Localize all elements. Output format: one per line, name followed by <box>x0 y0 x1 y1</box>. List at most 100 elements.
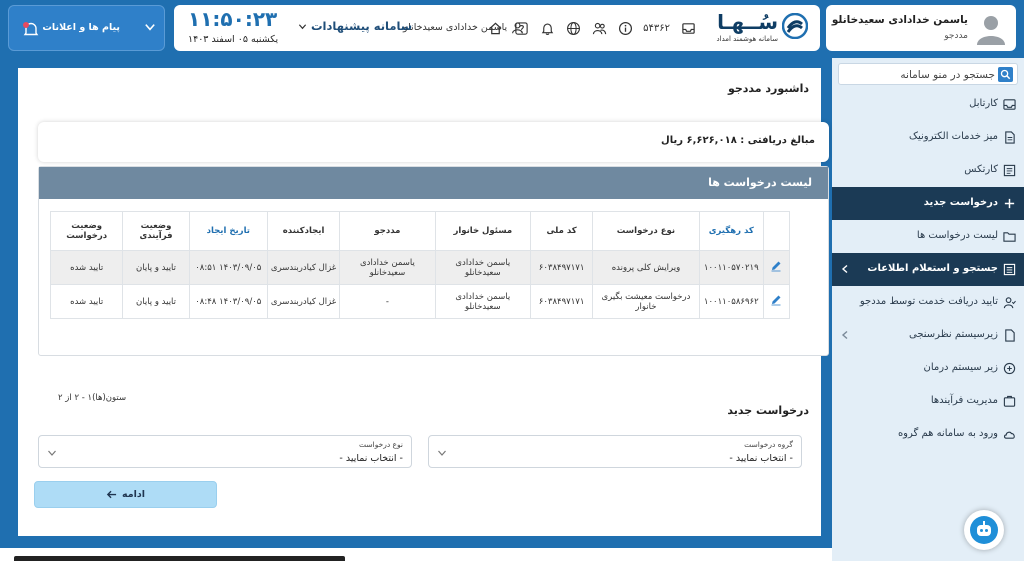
sidebar-menu: کارتابل میز خدمات الکترونیک کارتکس درخوا… <box>832 88 1024 451</box>
sidebar-item-label: زیر سیستم درمان <box>923 362 998 373</box>
column-header-edit <box>762 211 791 251</box>
cell-client: - <box>339 284 436 319</box>
file-icon <box>1005 329 1015 342</box>
column-header-tracking-code[interactable]: کد رهگیری <box>698 211 764 251</box>
chevron-left-icon <box>841 264 848 274</box>
header-card: سُــهـا سامانه هوشمند امداد ۵۴۳۶۲ یاسمن … <box>174 5 820 51</box>
column-header-creator: ایجادکننده <box>266 211 341 251</box>
column-header-head-of-household: مسئول خانوار <box>434 211 531 251</box>
chevron-down-icon <box>298 23 307 29</box>
cell-national-code: ۶۰۳۸۴۹۷۱۷۱ <box>529 284 594 319</box>
sidebar-item-label: کارتابل <box>969 98 998 109</box>
header-user[interactable]: یاسمن خدادادی سعیدخانلو <box>403 21 524 34</box>
inbox-icon[interactable] <box>680 20 696 36</box>
request-group-label: گروه درخواست <box>744 440 793 449</box>
sidebar-item-group-login[interactable]: ورود به سامانه هم گروه <box>832 418 1024 451</box>
column-header-request-status: وضعیت درخواست <box>49 211 124 251</box>
cell-tracking-code: ۱۰۰۱۱۰۵۸۶۹۶۲ <box>698 284 764 319</box>
sidebar-item-search-inquiry[interactable]: جستجو و استعلام اطلاعات <box>832 253 1024 286</box>
cell-head-of-household: یاسمن خدادادی سعیدخانلو <box>434 284 531 319</box>
request-list-title: لیست درخواست ها <box>708 176 812 189</box>
chatbot-icon <box>970 516 998 544</box>
request-type-label: نوع درخواست <box>358 440 403 449</box>
cardex-icon <box>1003 164 1016 177</box>
search-icon <box>998 67 1013 82</box>
column-header-national-code: کد ملی <box>529 211 594 251</box>
pencil-icon[interactable] <box>770 260 782 272</box>
amount-text: مبالغ دریافتی : ۶,۶۲۶,۰۱۸ ریال <box>661 135 815 146</box>
notifications-button[interactable]: پیام ها و اعلانات <box>8 5 165 51</box>
clock: ۱۱:۵۰:۲۳ <box>188 7 278 31</box>
arrow-left-icon <box>106 490 117 499</box>
column-header-created-date[interactable]: تاریخ ایجاد <box>188 211 268 251</box>
request-group-value: - انتخاب نمایید - <box>729 453 793 464</box>
sidebar-item-label: لیست درخواست ها <box>916 230 998 241</box>
process-icon <box>1003 395 1016 407</box>
system-select[interactable]: سامانه پیشنهادات <box>298 19 412 33</box>
users-icon[interactable] <box>591 20 607 36</box>
menu-search[interactable] <box>838 63 1018 85</box>
bell-icon[interactable] <box>539 20 555 36</box>
globe-icon[interactable] <box>565 20 581 36</box>
table-header-row: کد رهگیری نوع درخواست کد ملی مسئول خانوا… <box>49 211 791 251</box>
chevron-left-icon <box>841 330 848 340</box>
cloud-icon <box>1003 431 1015 439</box>
user-icon <box>512 22 524 34</box>
header-user-name: یاسمن خدادادی سعیدخانلو <box>403 22 508 33</box>
inbox-icon <box>1003 99 1016 110</box>
column-header-request-type: نوع درخواست <box>592 211 700 251</box>
chevron-down-icon <box>438 450 446 456</box>
sidebar-item-service-confirm[interactable]: تایید دریافت خدمت توسط مددجو <box>832 286 1024 319</box>
sidebar-item-label: کارتکس <box>964 164 998 175</box>
cell-national-code: ۶۰۳۸۴۹۷۱۷۱ <box>529 250 594 285</box>
bottom-bar <box>14 556 345 561</box>
cell-request-type: ویرایش کلی پرونده <box>592 250 700 285</box>
avatar <box>974 11 1008 45</box>
continue-button[interactable]: ادامه <box>34 481 217 508</box>
profile-card[interactable]: یاسمن خدادادی سعیدخانلو مددجو <box>826 5 1016 51</box>
amount-summary: مبالغ دریافتی : ۶,۶۲۶,۰۱۸ ریال <box>38 122 829 162</box>
chevron-down-icon <box>48 450 56 456</box>
info-icon[interactable] <box>617 20 633 36</box>
sidebar-item-health[interactable]: زیر سیستم درمان <box>832 352 1024 385</box>
logo[interactable]: سُــهـا سامانه هوشمند امداد <box>702 10 812 46</box>
sidebar-item-label: زیرسیستم نظرسنجی <box>909 329 998 340</box>
cell-created-date: ۱۴۰۳/۰۹/۰۵ ۰۸:۴۸ <box>188 284 268 319</box>
profile-role: مددجو <box>944 31 968 41</box>
logo-subtitle: سامانه هوشمند امداد <box>716 35 778 43</box>
edit-cell[interactable] <box>762 284 791 319</box>
sidebar-item-processes[interactable]: مدیریت فرآیندها <box>832 385 1024 418</box>
sidebar-item-request-list[interactable]: لیست درخواست ها <box>832 220 1024 253</box>
request-group-select[interactable]: گروه درخواست - انتخاب نمایید - <box>428 435 802 468</box>
request-list-header: لیست درخواست ها <box>39 167 828 199</box>
top-bar: یاسمن خدادادی سعیدخانلو مددجو سُــهـا سا… <box>0 0 1024 56</box>
sidebar-item-e-services[interactable]: میز خدمات الکترونیک <box>832 121 1024 154</box>
cell-request-status: تایید شده <box>49 284 124 319</box>
cell-request-status: تایید شده <box>49 250 124 285</box>
sidebar-item-kartabl[interactable]: کارتابل <box>832 88 1024 121</box>
edit-cell[interactable] <box>762 250 791 285</box>
notifications-label: پیام ها و اعلانات <box>42 22 120 33</box>
health-icon <box>1003 362 1016 375</box>
sidebar-item-label: تایید دریافت خدمت توسط مددجو <box>859 296 998 307</box>
chat-assistant-button[interactable] <box>964 510 1004 550</box>
sidebar-item-label: میز خدمات الکترونیک <box>909 131 998 142</box>
cell-client: یاسمن خدادادی سعیدخانلو <box>339 250 436 285</box>
sidebar: کارتابل میز خدمات الکترونیک کارتکس درخوا… <box>832 58 1024 561</box>
logo-title: سُــهـا <box>717 10 778 34</box>
cell-process-status: تایید و پایان <box>122 284 190 319</box>
sidebar-item-survey[interactable]: زیرسیستم نظرسنجی <box>832 319 1024 352</box>
sidebar-item-label: مدیریت فرآیندها <box>930 395 998 406</box>
sidebar-item-new-request[interactable]: درخواست جدید <box>832 187 1024 220</box>
request-type-select[interactable]: نوع درخواست - انتخاب نمایید - <box>38 435 412 468</box>
profile-name: یاسمن خدادادی سعیدخانلو <box>831 14 968 26</box>
table-row[interactable]: ۱۰۰۱۱۰۵۷۰۲۱۹ ویرایش کلی پرونده ۶۰۳۸۴۹۷۱۷… <box>49 250 791 285</box>
table-row[interactable]: ۱۰۰۱۱۰۵۸۶۹۶۲ درخواست معیشت بگیری خانوار … <box>49 284 791 319</box>
folder-icon <box>1003 232 1016 242</box>
pencil-icon[interactable] <box>770 294 782 306</box>
search-input[interactable] <box>845 66 995 83</box>
sidebar-item-cardex[interactable]: کارتکس <box>832 154 1024 187</box>
page-title: داشبورد مددجو <box>727 82 809 95</box>
sidebar-item-label: درخواست جدید <box>923 197 998 208</box>
date: یکشنبه ۰۵ اسفند ۱۴۰۳ <box>188 34 279 45</box>
